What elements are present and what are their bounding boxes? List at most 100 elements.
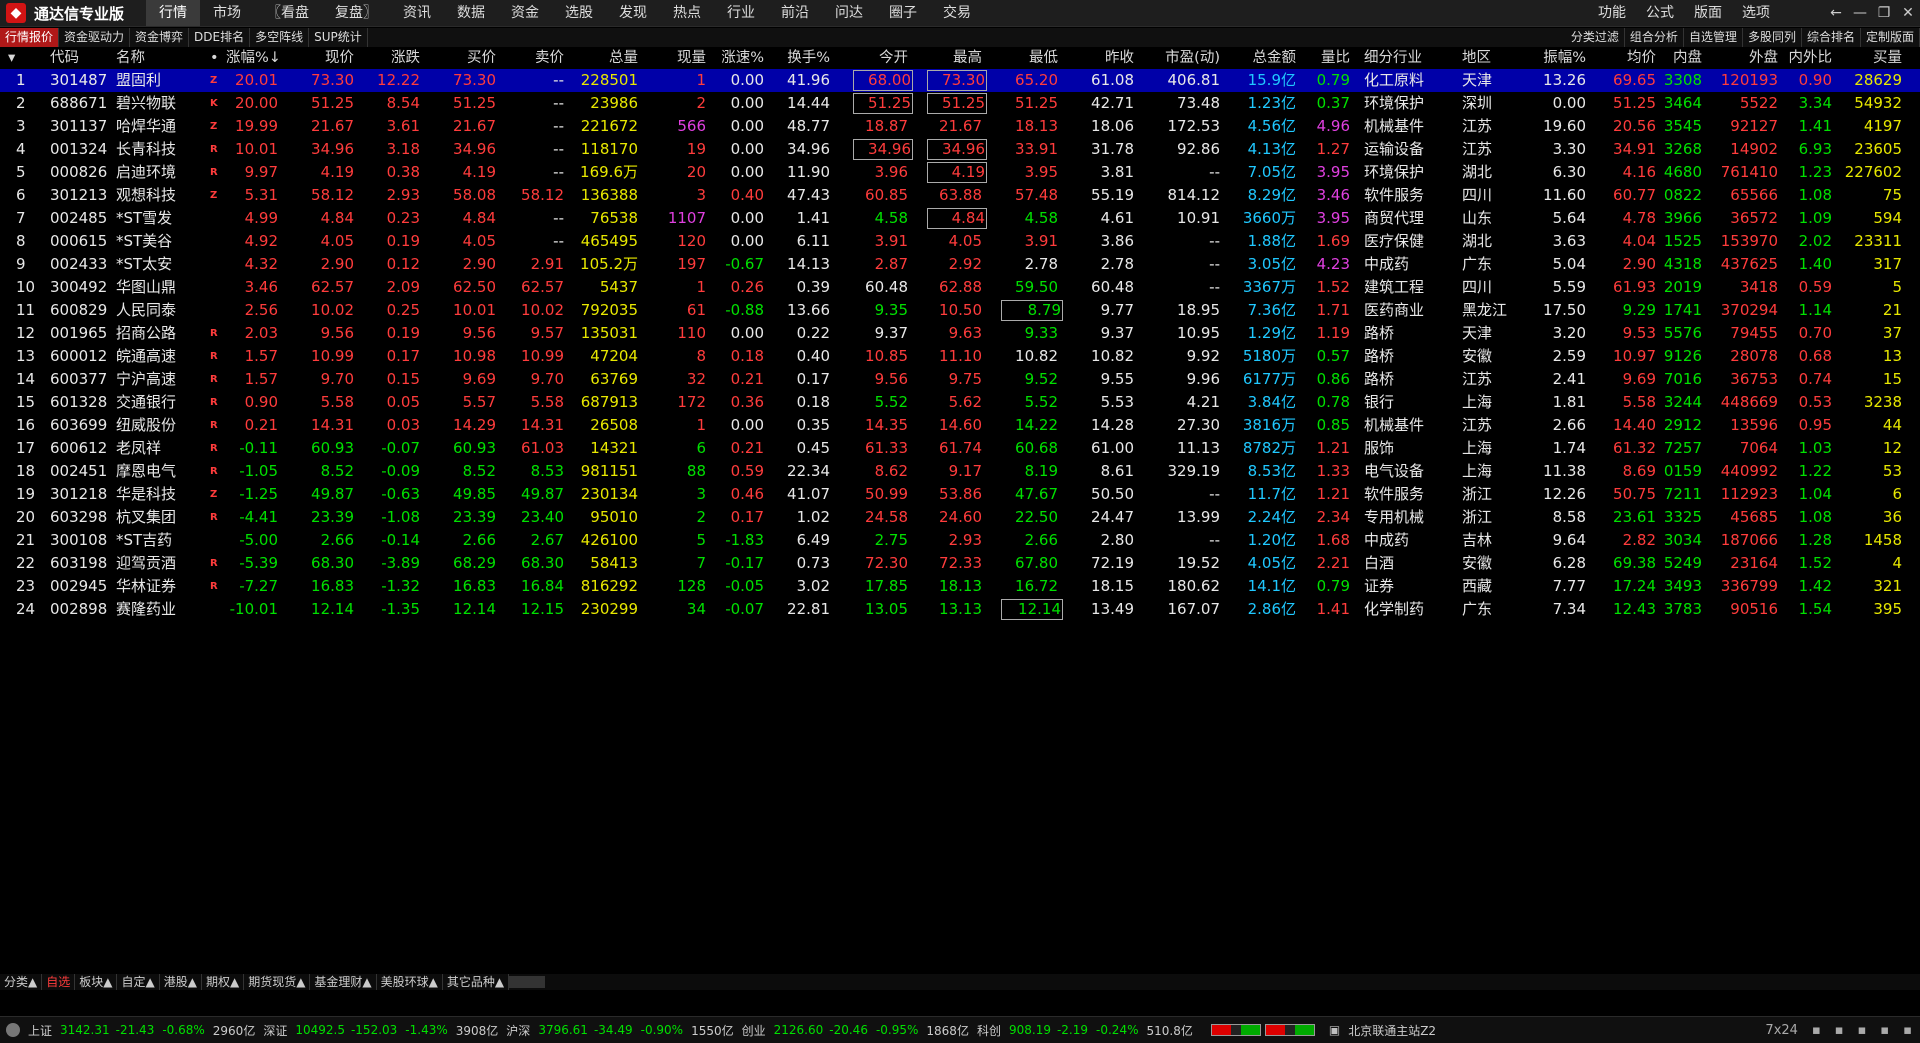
column-header[interactable]: 内盘 [1658,48,1702,68]
toolbar-tab[interactable]: 资金博弈 [130,28,190,47]
close-icon[interactable]: ✕ [1896,0,1920,26]
toolbar-tab[interactable]: SUP统计 [309,28,368,47]
menu-right-item[interactable]: 选项 [1732,0,1780,26]
column-header[interactable]: 市盈(动) [1140,48,1220,68]
column-header[interactable]: 现价 [284,48,354,68]
bottom-tab[interactable]: 分类▲ [0,974,43,990]
table-row[interactable]: 7 002485 *ST雪发 4.99 4.84 0.23 4.84 -- 76538 1107 0… [0,207,1920,230]
menu-item[interactable]: 资讯 [390,0,444,26]
column-header[interactable]: 买价 [424,48,496,68]
table-row[interactable]: 18 002451 摩恩电气 R -1.05 8.52 -0.09 8.52 8.53 98115… [0,460,1920,483]
lock-icon[interactable]: ▪ [1903,1023,1912,1038]
column-header[interactable]: 昨收 [1070,48,1134,68]
toolbar-tab[interactable]: DDE排名 [189,28,251,47]
menu-item[interactable]: 行情 [146,0,200,26]
index-name[interactable]: 深证 [263,1022,287,1039]
bottom-tab[interactable]: 自选 [42,974,76,990]
menu-right-item[interactable]: 功能 [1588,0,1636,26]
minimize-icon[interactable]: — [1848,0,1872,26]
table-row[interactable]: 23 002945 华林证券 R -7.27 16.83 -1.32 16.83 16.84 81… [0,575,1920,598]
bottom-tab[interactable]: 港股▲ [160,974,202,990]
column-header[interactable]: 地区 [1462,48,1491,68]
server-name[interactable]: 北京联通主站Z2 [1348,1022,1436,1039]
column-header[interactable]: 最低 [1000,48,1058,68]
menu-item[interactable]: 复盘〗 [322,0,390,26]
table-row[interactable]: 9 002433 *ST太安 4.32 2.90 0.12 2.90 2.91 105.2万 19… [0,253,1920,276]
menu-item[interactable]: 热点 [660,0,714,26]
menu-item[interactable]: 市场 [200,0,254,26]
table-row[interactable]: 15 601328 交通银行 R 0.90 5.58 0.05 5.57 5.58 687913 1… [0,391,1920,414]
column-header[interactable]: 总量 [570,48,638,68]
menu-right-item[interactable]: 公式 [1636,0,1684,26]
column-header[interactable]: 今开 [852,48,908,68]
menu-item[interactable]: 交易 [930,0,984,26]
phone-icon[interactable]: ▪ [1880,1023,1889,1038]
column-header[interactable]: 现量 [646,48,706,68]
tab-scrollbar[interactable] [509,976,546,988]
menu-dropdown-icon[interactable]: ▾ [8,48,15,68]
restore-icon[interactable]: ❐ [1872,0,1896,26]
menu-item[interactable]: 选股 [552,0,606,26]
table-row[interactable]: 12 001965 招商公路 R 2.03 9.56 0.19 9.56 9.57 135031 1… [0,322,1920,345]
menu-item[interactable]: 资金 [498,0,552,26]
table-row[interactable]: 4 001324 长青科技 R 10.01 34.96 3.18 34.96 -- 118170 1… [0,138,1920,161]
table-row[interactable]: 14 600377 宁沪高速 R 1.57 9.70 0.15 9.69 9.70 63769 32… [0,368,1920,391]
table-row[interactable]: 3 301137 哈焊华通 Z 19.99 21.67 3.61 21.67 -- 221672 5… [0,115,1920,138]
menu-item[interactable]: 发现 [606,0,660,26]
index-name[interactable]: 创业 [742,1022,766,1039]
menu-item[interactable]: 数据 [444,0,498,26]
column-header[interactable]: • [210,48,219,68]
toolbar-button[interactable]: 多股同列 [1743,28,1802,47]
chat-icon[interactable]: ▪ [1812,1023,1821,1038]
column-header[interactable]: 换手% [772,48,830,68]
table-row[interactable]: 21 300108 *ST吉药 -5.00 2.66 -0.14 2.66 2.67 42610… [0,529,1920,552]
column-header[interactable]: 代码 [50,48,79,68]
bottom-tab[interactable]: 期货现货▲ [244,974,311,990]
menu-item[interactable]: 〖看盘 [254,0,322,26]
table-row[interactable]: 6 301213 观想科技 Z 5.31 58.12 2.93 58.08 58.12 13638… [0,184,1920,207]
camera-icon[interactable]: ▣ [1329,1023,1340,1037]
column-header[interactable]: 名称 [116,48,145,68]
bottom-tab[interactable]: 板块▲ [75,974,118,990]
index-name[interactable]: 上证 [28,1022,52,1039]
column-header[interactable]: 均价 [1596,48,1656,68]
menu-item[interactable]: 问达 [822,0,876,26]
menu-right-item[interactable]: 版面 [1684,0,1732,26]
bottom-tab[interactable]: 其它品种▲ [443,974,510,990]
column-header[interactable]: 外盘 [1704,48,1778,68]
table-row[interactable]: 17 600612 老凤祥 R -0.11 60.93 -0.07 60.93 61.03 143… [0,437,1920,460]
table-row[interactable]: 5 000826 启迪环境 R 9.97 4.19 0.38 4.19 -- 169.6万 20 0.… [0,161,1920,184]
column-header[interactable]: 涨速% [710,48,764,68]
table-row[interactable]: 16 603699 纽威股份 R 0.21 14.31 0.03 14.29 14.31 2650… [0,414,1920,437]
column-header[interactable]: 细分行业 [1364,48,1422,68]
status-icon[interactable] [6,1023,20,1037]
index-name[interactable]: 科创 [977,1022,1001,1039]
bottom-tab[interactable]: 期权▲ [202,974,245,990]
table-row[interactable]: 13 600012 皖通高速 R 1.57 10.99 0.17 10.98 10.99 4720… [0,345,1920,368]
column-header[interactable]: 买量 [1836,48,1902,68]
table-row[interactable]: 2 688671 碧兴物联 K 20.00 51.25 8.54 51.25 -- 23986 2 0… [0,92,1920,115]
toolbar-tab[interactable]: 资金驱动力 [59,28,131,47]
index-name[interactable]: 沪深 [506,1022,530,1039]
column-header[interactable]: 涨跌 [358,48,420,68]
table-row[interactable]: 22 603198 迎驾贡酒 R -5.39 68.30 -3.89 68.29 68.30 58… [0,552,1920,575]
column-header[interactable]: 振幅% [1528,48,1586,68]
column-header[interactable]: 内外比 [1782,48,1833,68]
bottom-tab[interactable]: 自定▲ [117,974,160,990]
column-header[interactable]: 量比 [1302,48,1350,68]
table-row[interactable]: 24 002898 赛隆药业 -10.01 12.14 -1.35 12.14 12.15 23… [0,598,1920,621]
toolbar-button[interactable]: 分类过滤 [1566,28,1625,47]
toolbar-button[interactable]: 自选管理 [1684,28,1743,47]
column-header[interactable]: 最高 [926,48,982,68]
column-header[interactable]: 总金额 [1226,48,1297,68]
column-header[interactable]: 涨幅%↓ [226,48,281,68]
toolbar-tab[interactable]: 行情报价 [0,28,60,47]
toolbar-button[interactable]: 综合排名 [1802,28,1861,47]
menu-item[interactable]: 圈子 [876,0,930,26]
back-arrow-icon[interactable]: ← [1824,0,1848,26]
table-row[interactable]: 20 603298 杭叉集团 R -4.41 23.39 -1.08 23.39 23.40 95… [0,506,1920,529]
message-icon[interactable]: ▪ [1835,1023,1844,1038]
menu-item[interactable]: 前沿 [768,0,822,26]
clock-mode[interactable]: 7x24 [1765,1023,1798,1038]
toolbar-button[interactable]: 定制版面 [1861,28,1920,47]
